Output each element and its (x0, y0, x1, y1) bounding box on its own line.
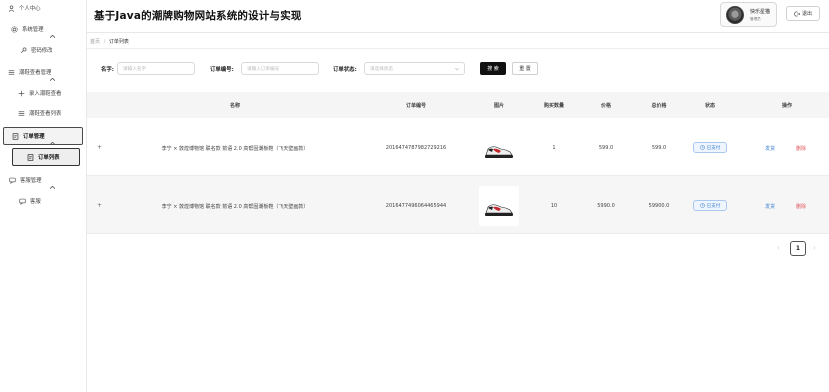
reset-button[interactable]: 重 置 (512, 62, 538, 75)
order-icon (11, 132, 19, 140)
quantity: 1 (552, 145, 556, 151)
sidebar-item-shoe-manage[interactable]: 潮鞋查看管理 (7, 65, 51, 79)
sidebar-item-add-shoe[interactable]: 录入潮鞋查看 (17, 86, 61, 100)
key-icon (19, 46, 27, 54)
breadcrumb: 首页 / 订单列表 (90, 38, 129, 45)
status-select-placeholder: 请选择状态 (370, 66, 393, 72)
ship-button[interactable]: 发货 (765, 203, 775, 210)
logout-label: 退出 (801, 11, 812, 17)
sidebar-item-order-manage[interactable]: 订单管理 (11, 129, 45, 143)
status-badge: 已支付 (693, 200, 727, 211)
column-header-total: 总价格 (651, 103, 667, 109)
status-select[interactable]: 请选择状态 (364, 62, 465, 75)
chevron-up-icon (50, 186, 55, 189)
column-header-quantity: 购买数量 (543, 103, 565, 109)
chat-icon (18, 197, 26, 205)
name-label: 名字: (101, 67, 114, 73)
clock-icon (699, 145, 705, 150)
chevron-up-icon (50, 142, 55, 145)
menu-icon (7, 68, 15, 76)
column-header-order-no: 订单编号 (405, 103, 427, 109)
sidebar-item-password[interactable]: 密码修改 (19, 43, 53, 57)
pagination-next-button[interactable]: › (813, 244, 816, 252)
sidebar-item-label: 潮鞋查看列表 (29, 111, 62, 117)
list-icon (17, 109, 25, 117)
order-number: 2016477496064465944 (385, 203, 447, 209)
clock-icon (699, 203, 705, 208)
status-badge: 已支付 (693, 142, 727, 153)
expand-row-button[interactable]: + (97, 202, 102, 209)
name-input[interactable]: 请输入名字 (117, 62, 195, 75)
ship-button[interactable]: 发货 (765, 145, 775, 152)
search-button[interactable]: 搜 索 (480, 62, 506, 75)
logout-icon (794, 11, 800, 16)
order-no-input-placeholder: 请输入订单编号 (247, 66, 280, 72)
logout-button[interactable]: 退出 (786, 6, 820, 21)
sidebar-item-label: 录入潮鞋查看 (29, 91, 62, 97)
table-row: + 李宁 × 敦煌博物馆 联名款 箭语 2.0 高帮固潮板鞋（飞天壁画款） 20… (87, 118, 829, 176)
table-row: + 李宁 × 敦煌博物馆 联名款 箭语 2.0 高帮固潮板鞋（飞天壁画款） 20… (87, 176, 829, 234)
sidebar-item-label: 密码修改 (31, 48, 53, 54)
column-header-price: 价格 (600, 103, 612, 109)
divider (87, 48, 829, 49)
breadcrumb-home[interactable]: 首页 (90, 39, 100, 45)
product-image[interactable] (479, 128, 519, 168)
column-header-name: 名称 (229, 103, 241, 109)
sidebar-item-service-manage[interactable]: 客服管理 (8, 173, 42, 187)
price: 599.0 (598, 145, 614, 151)
chevron-up-icon (50, 78, 55, 81)
sidebar-item-service[interactable]: 客服 (18, 194, 41, 208)
column-header-actions: 操作 (781, 103, 793, 109)
product-image[interactable] (479, 186, 519, 226)
chevron-down-icon (455, 67, 459, 71)
sidebar-item-system[interactable]: 系统管理 (10, 22, 44, 36)
delete-button[interactable]: 删除 (796, 145, 806, 152)
pagination-prev-button[interactable]: ‹ (777, 244, 780, 252)
sidebar-item-shoe-list[interactable]: 潮鞋查看列表 (17, 106, 61, 120)
sidebar: 个人中心 系统管理 密码修改 潮鞋查看管理 录入潮鞋查看 潮鞋查看列表 订单管理… (0, 0, 87, 392)
sidebar-item-profile[interactable]: 个人中心 (7, 1, 41, 15)
sidebar-item-label: 客服 (30, 199, 41, 205)
pagination-page-button[interactable]: 1 (790, 241, 806, 256)
user-menu[interactable]: 快乐星猫 管理员 (720, 2, 777, 27)
user-icon (7, 4, 15, 12)
price: 5990.0 (597, 203, 615, 209)
plus-icon (17, 89, 25, 97)
page-title: 基于Java的潮牌购物网站系统的设计与实现 (94, 10, 302, 22)
product-name: 李宁 × 敦煌博物馆 联名款 箭语 2.0 高帮固潮板鞋（飞天壁画款） (161, 204, 309, 210)
gear-icon (10, 25, 18, 33)
user-role: 管理员 (750, 17, 761, 21)
sidebar-item-label: 潮鞋查看管理 (19, 70, 52, 76)
quantity: 10 (550, 203, 558, 209)
breadcrumb-separator: / (103, 39, 106, 45)
chevron-up-icon (50, 35, 55, 38)
sidebar-item-label: 个人中心 (19, 6, 41, 12)
column-header-status: 状态 (704, 103, 716, 109)
column-header-image: 图片 (493, 103, 505, 109)
sidebar-item-label: 客服管理 (20, 178, 42, 184)
status-label: 订单状态: (333, 67, 357, 73)
sidebar-item-order-list[interactable]: 订单列表 (26, 150, 60, 164)
sidebar-item-label: 订单管理 (23, 134, 45, 140)
user-name: 快乐星猫 (750, 9, 771, 15)
breadcrumb-current: 订单列表 (108, 39, 129, 45)
name-input-placeholder: 请输入名字 (123, 66, 146, 72)
order-number: 2016474787982729216 (385, 145, 447, 151)
sidebar-item-label: 订单列表 (38, 155, 60, 161)
product-name: 李宁 × 敦煌博物馆 联名款 箭语 2.0 高帮固潮板鞋（飞天壁画款） (161, 146, 309, 152)
order-icon (26, 153, 34, 161)
sidebar-item-label: 系统管理 (22, 27, 44, 33)
order-no-input[interactable]: 请输入订单编号 (241, 62, 319, 75)
expand-row-button[interactable]: + (97, 144, 102, 151)
status-text: 已支付 (706, 145, 721, 151)
delete-button[interactable]: 删除 (796, 203, 806, 210)
order-no-label: 订单编号: (210, 67, 234, 73)
top-header: 基于Java的潮牌购物网站系统的设计与实现 快乐星猫 管理员 退出 (87, 0, 829, 33)
total-price: 59900.0 (648, 203, 670, 209)
total-price: 599.0 (651, 145, 667, 151)
table-header: 名称 订单编号 图片 购买数量 价格 总价格 状态 操作 (87, 92, 829, 118)
chat-icon (8, 176, 16, 184)
status-text: 已支付 (706, 203, 721, 209)
avatar (726, 6, 744, 24)
